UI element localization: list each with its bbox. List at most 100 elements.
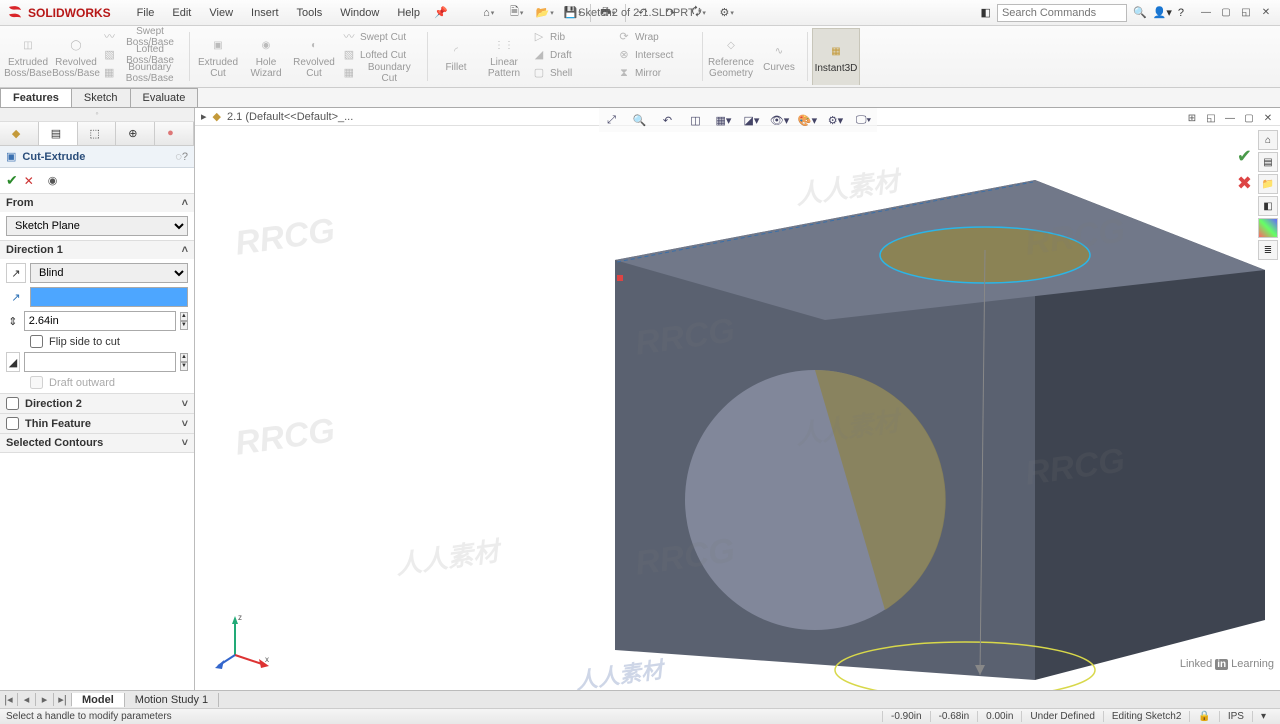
menu-insert[interactable]: Insert (243, 5, 287, 21)
direction2-checkbox[interactable] (6, 397, 19, 410)
section-view-icon[interactable]: ◫ (685, 110, 707, 130)
restore-button[interactable]: ▢ (1218, 5, 1234, 21)
expand-icon[interactable]: ▸ (201, 110, 207, 123)
revolved-boss-button[interactable]: ◯Revolved Boss/Base (52, 28, 100, 85)
depth-value-input[interactable] (24, 311, 176, 331)
status-units[interactable]: IPS (1219, 711, 1252, 722)
tab-model[interactable]: Model (72, 693, 125, 707)
view-orientation-icon[interactable]: ▦▾ (713, 110, 735, 130)
search-input[interactable] (997, 4, 1127, 22)
close-button[interactable]: ✕ (1258, 5, 1274, 21)
tab-nav-prev[interactable]: ◂ (18, 693, 36, 706)
vp-dock-icon[interactable]: ⊞ (1184, 110, 1200, 126)
intersect-button[interactable]: ⊗Intersect (613, 46, 698, 64)
draft-spinner[interactable]: ▲▼ (180, 353, 188, 371)
options-icon[interactable]: ⚙▾ (716, 3, 738, 23)
zoom-area-icon[interactable]: 🔍 (629, 110, 651, 130)
boundary-boss-button[interactable]: ▦Boundary Boss/Base (100, 64, 185, 82)
pm-tab-dim[interactable]: ⊕ (116, 122, 155, 145)
hole-wizard-button[interactable]: ◉Hole Wizard (242, 28, 290, 85)
direction2-header[interactable]: Direction 2˅ (0, 394, 194, 413)
display-style-icon[interactable]: ◪▾ (741, 110, 763, 130)
new-doc-icon[interactable]: 🗎▾ (506, 3, 528, 23)
pm-tab-display[interactable]: ● (155, 122, 194, 145)
vp-float-icon[interactable]: ◱ (1203, 110, 1219, 126)
shell-button[interactable]: ▢Shell (528, 64, 613, 82)
vp-close-icon[interactable]: ✕ (1260, 110, 1276, 126)
vp-maximize-icon[interactable]: ▢ (1241, 110, 1257, 126)
orientation-triad[interactable]: z x (215, 610, 275, 670)
search-toggle-icon[interactable]: ◧ (981, 6, 991, 19)
taskpane-library-icon[interactable]: 📁 (1258, 174, 1278, 194)
draft-icon[interactable]: ◢ (6, 352, 20, 372)
direction-arrow-icon[interactable]: ↗ (6, 287, 26, 307)
flip-side-checkbox[interactable] (30, 335, 43, 348)
mirror-button[interactable]: ⧗Mirror (613, 64, 698, 82)
hide-show-icon[interactable]: 👁▾ (769, 110, 791, 130)
open-doc-icon[interactable]: 📂▾ (534, 3, 556, 23)
tab-nav-last[interactable]: ▸| (54, 693, 72, 706)
pm-tab-config[interactable]: ⬚ (78, 122, 117, 145)
menu-help[interactable]: Help (389, 5, 428, 21)
menu-edit[interactable]: Edit (164, 5, 199, 21)
rib-button[interactable]: ▷Rib (528, 28, 613, 46)
taskpane-resources-icon[interactable]: ▤ (1258, 152, 1278, 172)
thin-feature-header[interactable]: Thin Feature˅ (0, 414, 194, 433)
draft-button[interactable]: ◢Draft (528, 46, 613, 64)
menu-view[interactable]: View (201, 5, 241, 21)
menu-tools[interactable]: Tools (289, 5, 331, 21)
help-icon[interactable]: ? (1178, 7, 1184, 19)
zoom-fit-icon[interactable]: ⤢ (601, 110, 623, 130)
user-icon[interactable]: 👤▾ (1153, 6, 1172, 19)
cancel-button[interactable]: ✕ (24, 174, 34, 188)
maximize-button[interactable]: ◱ (1238, 5, 1254, 21)
draft-angle-input[interactable] (24, 352, 176, 372)
depth-spinner[interactable]: ▲▼ (180, 312, 188, 330)
status-lock-icon[interactable]: 🔒 (1189, 711, 1218, 722)
search-icon[interactable]: 🔍 (1133, 6, 1147, 19)
view-settings-icon[interactable]: 🖵▾ (853, 110, 875, 130)
vp-minimize-icon[interactable]: — (1222, 110, 1238, 126)
tab-nav-next[interactable]: ▸ (36, 693, 54, 706)
feature-help-icon[interactable]: ◌? (175, 151, 188, 163)
fillet-button[interactable]: ◜Fillet (432, 28, 480, 85)
scene-icon[interactable]: ⚙▾ (825, 110, 847, 130)
taskpane-custom-props-icon[interactable]: ≣ (1258, 240, 1278, 260)
instant3d-button[interactable]: ▦Instant3D (812, 28, 860, 85)
taskpane-appearances-icon[interactable] (1258, 218, 1278, 238)
selected-contours-header[interactable]: Selected Contours˅ (0, 434, 194, 452)
end-condition-select[interactable]: Blind (30, 263, 188, 283)
curves-button[interactable]: ∿Curves (755, 28, 803, 85)
tab-features[interactable]: Features (0, 88, 72, 107)
tab-motion-study[interactable]: Motion Study 1 (125, 693, 219, 707)
prev-view-icon[interactable]: ↶ (657, 110, 679, 130)
appearance-icon[interactable]: 🎨▾ (797, 110, 819, 130)
home-icon[interactable]: ⌂▾ (478, 3, 500, 23)
viewport[interactable]: ▸ ◆ 2.1 (Default<<Default>_... ⤢ 🔍 ↶ ◫ ▦… (195, 108, 1280, 690)
from-header[interactable]: From˄ (0, 194, 194, 212)
from-select[interactable]: Sketch Plane (6, 216, 188, 236)
menu-file[interactable]: File (129, 5, 163, 21)
pm-tab-property[interactable]: ▤ (39, 122, 78, 145)
reverse-direction-icon[interactable]: ↗ (6, 263, 26, 283)
extruded-boss-button[interactable]: ◫Extruded Boss/Base (4, 28, 52, 85)
thin-feature-checkbox[interactable] (6, 417, 19, 430)
taskpane-home-icon[interactable]: ⌂ (1258, 130, 1278, 150)
reference-geometry-button[interactable]: ◇Reference Geometry (707, 28, 755, 85)
boundary-cut-button[interactable]: ▦Boundary Cut (338, 64, 423, 82)
wrap-button[interactable]: ⟳Wrap (613, 28, 698, 46)
preview-toggle-icon[interactable]: ◉ (48, 174, 58, 187)
taskpane-view-palette-icon[interactable]: ◧ (1258, 196, 1278, 216)
menu-window[interactable]: Window (332, 5, 387, 21)
tab-nav-first[interactable]: |◂ (0, 693, 18, 706)
pin-icon[interactable]: 📌 (434, 6, 448, 19)
sketch-cancel-icon[interactable]: ✖ (1237, 173, 1252, 194)
status-menu-icon[interactable]: ▾ (1252, 711, 1274, 722)
linear-pattern-button[interactable]: ⋮⋮Linear Pattern (480, 28, 528, 85)
extruded-cut-button[interactable]: ▣Extruded Cut (194, 28, 242, 85)
tab-evaluate[interactable]: Evaluate (130, 88, 199, 107)
ok-button[interactable]: ✔ (6, 172, 18, 189)
pm-tab-feature-tree[interactable]: ◆ (0, 122, 39, 145)
minimize-button[interactable]: — (1198, 5, 1214, 21)
swept-cut-button[interactable]: 〰Swept Cut (338, 28, 423, 46)
